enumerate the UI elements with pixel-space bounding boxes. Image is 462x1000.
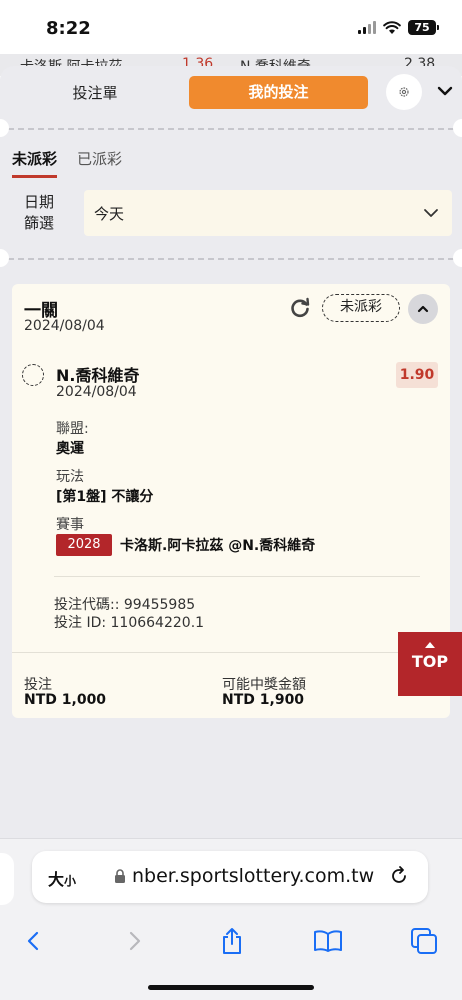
share-icon	[223, 928, 241, 954]
browser-toolbar-area: 大小 nber.sportslottery.com.tw	[0, 838, 462, 1000]
divider	[8, 258, 454, 260]
card-separator	[54, 576, 420, 577]
tab-my-bets[interactable]: 我的投注	[189, 76, 368, 109]
chevron-up-icon	[417, 305, 429, 313]
league-value: 奧運	[56, 441, 84, 457]
ticket-notch	[453, 119, 462, 137]
date-filter-label-line1: 日期	[24, 193, 55, 211]
bet-date: 2024/08/04	[24, 318, 105, 334]
previous-tab-preview[interactable]	[0, 853, 14, 905]
top-tabs: 投注單 我的投注	[0, 66, 462, 122]
event-label: 賽事	[56, 517, 84, 533]
league-label: 聯盟:	[56, 421, 89, 437]
text-size-large: 大	[48, 870, 65, 889]
scroll-top-button[interactable]: TOP	[398, 632, 462, 696]
chevron-right-icon	[129, 931, 141, 951]
collapse-card-button[interactable]	[408, 294, 438, 324]
potential-win-label: 可能中獎金額	[222, 677, 306, 693]
tab-bet-slip[interactable]: 投注單	[60, 82, 130, 103]
bet-id: 投注 ID: 110664220.1	[54, 615, 205, 631]
status-badge: 未派彩	[322, 294, 400, 322]
home-indicator	[148, 985, 314, 990]
selection-date: 2024/08/04	[56, 384, 137, 400]
chevron-down-icon	[424, 209, 438, 217]
divider	[8, 128, 454, 130]
wifi-icon	[383, 20, 401, 34]
tab-unsettled[interactable]: 未派彩	[12, 148, 58, 178]
settings-button[interactable]	[386, 74, 422, 110]
chevron-down-icon[interactable]	[434, 80, 456, 102]
date-filter-value: 今天	[94, 205, 125, 223]
gear-icon	[399, 87, 409, 97]
stake-label: 投注	[24, 677, 52, 693]
status-time: 8:22	[46, 18, 91, 39]
address-bar[interactable]: 大小 nber.sportslottery.com.tw	[32, 851, 428, 903]
selection-name: N.喬科維奇	[56, 366, 140, 385]
text-size-small: 小	[64, 874, 77, 888]
book-icon	[314, 930, 342, 952]
date-filter-label-line2: 篩選	[24, 214, 55, 232]
browser-toolbar	[0, 919, 462, 963]
status-icons: 75	[358, 20, 439, 35]
my-bets-panel: 投注單 我的投注 未派彩 已派彩 日期 篩選 今天 一關 2024/08/04	[0, 66, 462, 840]
potential-win-value: NTD 1,900	[222, 692, 305, 708]
date-filter-select[interactable]: 今天	[84, 190, 452, 236]
forward-button[interactable]	[112, 919, 156, 963]
share-button[interactable]	[210, 919, 254, 963]
bet-code: 投注代碼:: 99455985	[54, 597, 196, 613]
text-size-button[interactable]: 大小	[48, 866, 76, 890]
card-footer-divider	[12, 652, 450, 653]
scroll-top-label: TOP	[411, 652, 449, 671]
tabs-icon	[411, 928, 437, 954]
tabs-button[interactable]	[402, 919, 446, 963]
event-code: 2028	[56, 534, 112, 556]
arrow-up-icon	[425, 642, 435, 648]
selection-status-icon	[22, 364, 44, 386]
market-label: 玩法	[56, 469, 84, 485]
url-text: nber.sportslottery.com.tw	[132, 865, 375, 887]
bet-card: 一關 2024/08/04 未派彩 N.喬科維奇 2024/08/04 1.90…	[12, 284, 450, 718]
date-filter-label: 日期 篩選	[24, 192, 54, 234]
odds-badge: 1.90	[396, 362, 438, 388]
stake-value: NTD 1,000	[24, 692, 107, 708]
sub-tabs: 未派彩 已派彩	[12, 148, 122, 178]
tab-settled[interactable]: 已派彩	[77, 148, 122, 178]
battery-icon: 75	[408, 20, 439, 35]
bookmarks-button[interactable]	[306, 919, 350, 963]
lock-icon	[115, 869, 125, 883]
ticket-notch	[453, 249, 462, 267]
reload-icon[interactable]	[388, 865, 410, 887]
refresh-icon[interactable]	[288, 296, 312, 320]
market-value: [第1盤] 不讓分	[56, 489, 154, 505]
status-bar: 8:22 75	[0, 0, 462, 54]
chevron-left-icon	[27, 931, 39, 951]
event-name: 卡洛斯.阿卡拉茲 @N.喬科維奇	[120, 538, 316, 554]
signal-icon	[358, 21, 376, 34]
ticket-notch	[0, 249, 9, 267]
back-button[interactable]	[12, 919, 56, 963]
